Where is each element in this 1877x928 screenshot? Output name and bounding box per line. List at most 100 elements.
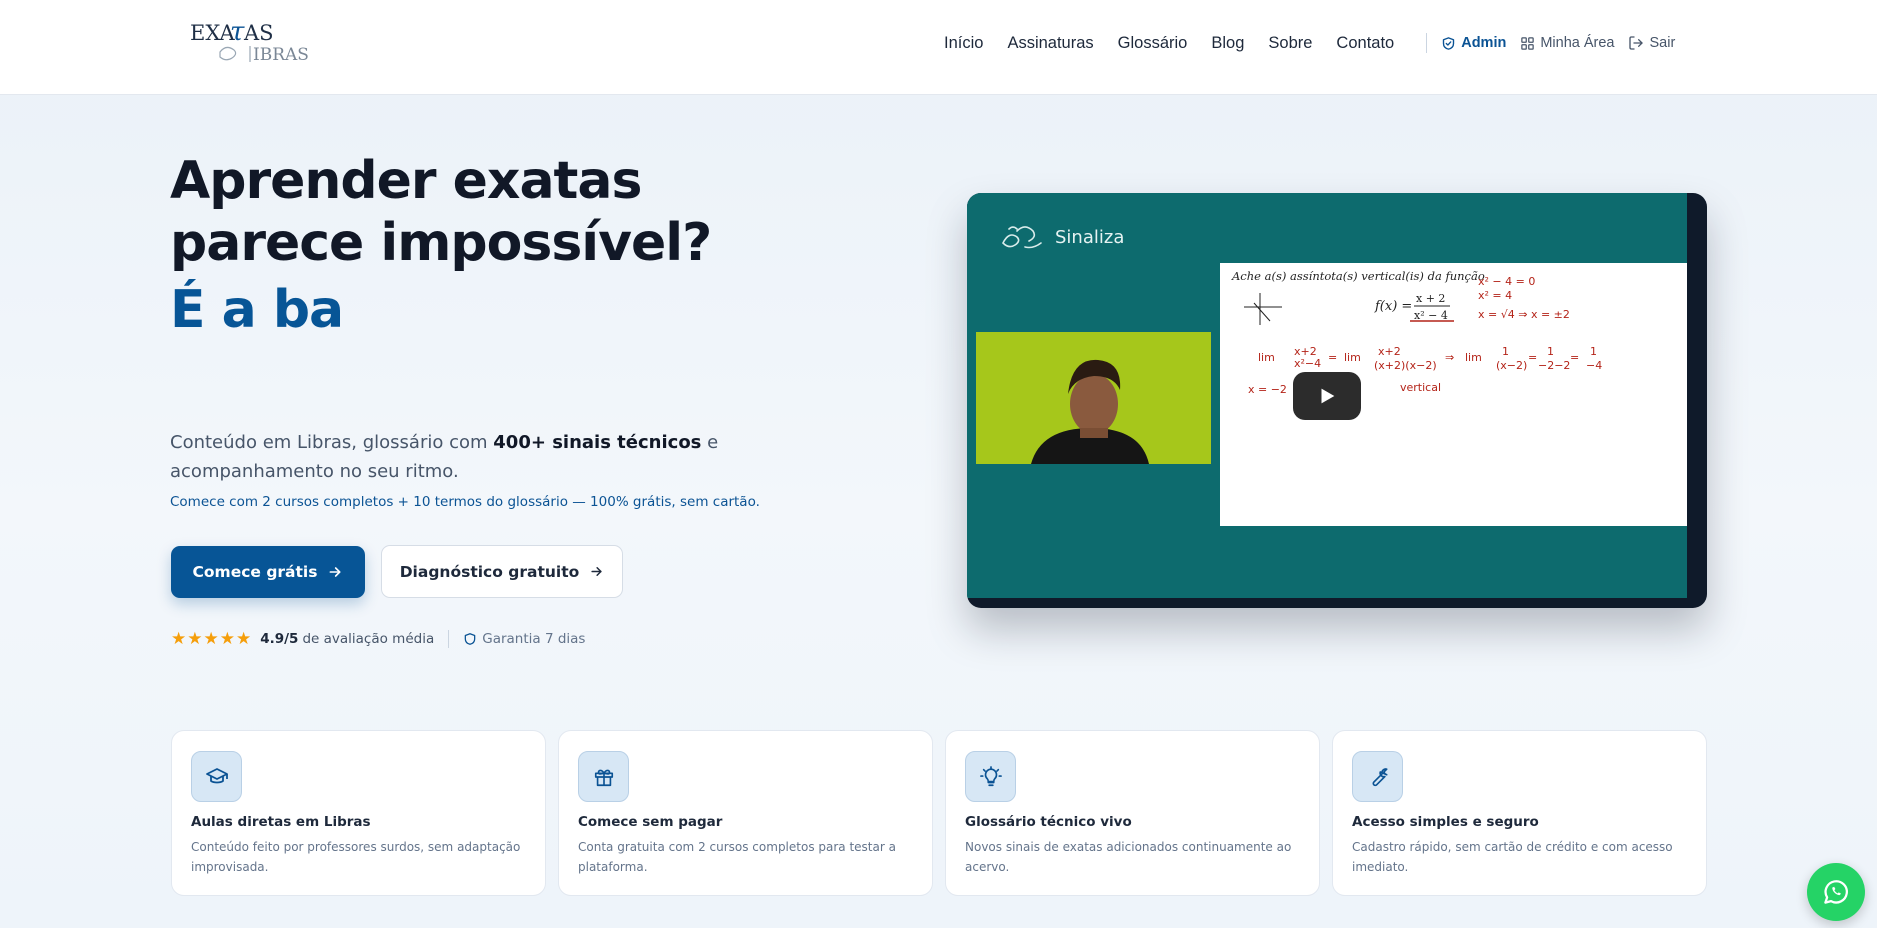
- rating-row: ★★★★★ 4.9/5 de avaliação média Garantia …: [171, 629, 585, 649]
- logout-link[interactable]: Sair: [1628, 35, 1675, 51]
- svg-text:1: 1: [1590, 345, 1597, 358]
- feature-description: Conta gratuita com 2 cursos completos pa…: [578, 840, 896, 874]
- logout-label: Sair: [1649, 35, 1676, 51]
- math-whiteboard: Ache a(s) assíntota(s) vertical(is) da f…: [1220, 263, 1687, 526]
- svg-text:vertical: vertical: [1400, 381, 1441, 394]
- feature-title: Aulas diretas em Libras: [191, 814, 371, 830]
- svg-text:lim: lim: [1258, 351, 1275, 364]
- svg-text:x² − 4: x² − 4: [1414, 309, 1448, 322]
- play-icon: [1321, 388, 1335, 404]
- feature-title: Comece sem pagar: [578, 814, 723, 830]
- svg-text:x² − 4 = 0: x² − 4 = 0: [1478, 275, 1535, 288]
- hero-desc-pre: Conteúdo em Libras, glossário com: [170, 432, 494, 453]
- grid-icon: [1521, 36, 1535, 50]
- nav-glossario[interactable]: Glossário: [1118, 34, 1188, 53]
- feature-description: Cadastro rápido, sem cartão de crédito e…: [1352, 840, 1673, 874]
- nav-inicio[interactable]: Início: [944, 34, 983, 53]
- instructor-webcam: [976, 332, 1211, 464]
- feature-card: Comece sem pagar Conta gratuita com 2 cu…: [558, 730, 933, 896]
- arrow-right-icon: [591, 567, 602, 576]
- play-button[interactable]: [1293, 372, 1361, 420]
- feature-description: Conteúdo feito por professores surdos, s…: [191, 840, 521, 874]
- feature-title: Acesso simples e seguro: [1352, 814, 1539, 830]
- rating-text: de avaliação média: [302, 631, 435, 647]
- nav-divider: [1426, 33, 1428, 53]
- feature-icon-box: [1352, 751, 1403, 802]
- whatsapp-button[interactable]: [1807, 863, 1865, 921]
- nav-contato[interactable]: Contato: [1336, 34, 1394, 53]
- svg-text:⇒: ⇒: [1445, 351, 1454, 364]
- free-diagnostic-button[interactable]: Diagnóstico gratuito: [381, 545, 623, 598]
- gift-icon: [594, 769, 613, 786]
- hands-logo-icon: [1002, 226, 1042, 249]
- svg-text:x+2: x+2: [1378, 345, 1401, 358]
- feature-icon-box: [965, 751, 1016, 802]
- site-header: EXA τ AS IBRAS Início Assinaturas Glossá…: [0, 0, 1877, 95]
- start-free-label: Comece grátis: [192, 563, 318, 581]
- star-rating-icon: ★★★★★: [171, 629, 253, 649]
- svg-text:x²−4: x²−4: [1294, 357, 1321, 370]
- hero-free-note: Comece com 2 cursos completos + 10 termo…: [170, 494, 760, 510]
- site-logo[interactable]: EXA τ AS IBRAS: [190, 17, 310, 66]
- feature-title: Glossário técnico vivo: [965, 814, 1132, 830]
- feature-card: Aulas diretas em Libras Conteúdo feito p…: [171, 730, 546, 896]
- svg-text:1: 1: [1502, 345, 1509, 358]
- graduation-cap-icon: [205, 767, 228, 783]
- svg-text:1: 1: [1547, 345, 1554, 358]
- feature-icon-box: [578, 751, 629, 802]
- svg-text:x² = 4: x² = 4: [1478, 289, 1512, 302]
- video-brand-name: Sinaliza: [1055, 226, 1125, 248]
- svg-text:lim: lim: [1344, 351, 1361, 364]
- shield-icon: [464, 633, 476, 645]
- svg-text:−2−2: −2−2: [1538, 359, 1570, 372]
- nav-sobre[interactable]: Sobre: [1268, 34, 1312, 53]
- svg-text:AS: AS: [243, 21, 274, 45]
- start-free-button[interactable]: Comece grátis: [171, 546, 365, 598]
- hero-desc-highlight: 400+ sinais técnicos: [493, 432, 702, 453]
- svg-text:IBRAS: IBRAS: [253, 45, 309, 65]
- shield-check-icon: [1443, 36, 1455, 50]
- hero-title: Aprender exatas parece impossível?: [170, 150, 870, 274]
- main-nav: Início Assinaturas Glossário Blog Sobre …: [944, 33, 1689, 53]
- admin-label: Admin: [1461, 35, 1507, 51]
- svg-text:=: =: [1570, 351, 1579, 364]
- arrow-right-icon: [330, 567, 341, 577]
- hero-video-player[interactable]: Sinaliza Ache a(s) assíntota(s) vertical…: [967, 193, 1707, 608]
- hero-title-line-1: Aprender exatas: [170, 151, 642, 211]
- svg-text:=: =: [1328, 351, 1337, 364]
- guarantee-label: Garantia 7 dias: [482, 631, 586, 647]
- logout-icon: [1629, 36, 1644, 50]
- admin-link[interactable]: Admin: [1441, 35, 1506, 51]
- svg-text:x = −2: x = −2: [1248, 383, 1287, 396]
- features-row: Aulas diretas em Libras Conteúdo feito p…: [171, 730, 1707, 896]
- guarantee-badge: Garantia 7 dias: [463, 631, 585, 647]
- video-brand: Sinaliza: [999, 221, 1124, 253]
- rating-divider: [448, 630, 450, 648]
- feature-card: Glossário técnico vivo Novos sinais de e…: [945, 730, 1320, 896]
- svg-text:f(x) =: f(x) =: [1374, 299, 1412, 314]
- svg-text:−4: −4: [1586, 359, 1602, 372]
- svg-text:x = √4 ⇒ x = ±2: x = √4 ⇒ x = ±2: [1478, 308, 1570, 321]
- svg-text:=: =: [1528, 351, 1537, 364]
- minha-area-label: Minha Área: [1540, 35, 1615, 51]
- svg-text:τ: τ: [230, 18, 245, 47]
- svg-text:(x+2)(x−2): (x+2)(x−2): [1374, 359, 1437, 372]
- hero-title-line-2: parece impossível?: [170, 213, 712, 273]
- lightbulb-icon: [979, 765, 1002, 786]
- hero-description: Conteúdo em Libras, glossário com 400+ s…: [170, 428, 730, 486]
- wrench-icon: [1372, 767, 1388, 786]
- whatsapp-icon: [1824, 880, 1848, 904]
- hero-typing-accent: É a ba: [170, 280, 344, 340]
- nav-blog[interactable]: Blog: [1211, 34, 1244, 53]
- feature-description: Novos sinais de exatas adicionados conti…: [965, 840, 1292, 874]
- rating-score: 4.9/5: [260, 631, 299, 647]
- feature-card: Acesso simples e seguro Cadastro rápido,…: [1332, 730, 1707, 896]
- free-diagnostic-label: Diagnóstico gratuito: [399, 562, 580, 581]
- feature-icon-box: [191, 751, 242, 802]
- svg-text:EXA: EXA: [190, 21, 236, 45]
- svg-text:(x−2): (x−2): [1496, 359, 1527, 372]
- svg-text:lim: lim: [1465, 351, 1482, 364]
- svg-text:x + 2: x + 2: [1416, 292, 1445, 305]
- minha-area-link[interactable]: Minha Área: [1520, 35, 1614, 51]
- nav-assinaturas[interactable]: Assinaturas: [1007, 34, 1093, 53]
